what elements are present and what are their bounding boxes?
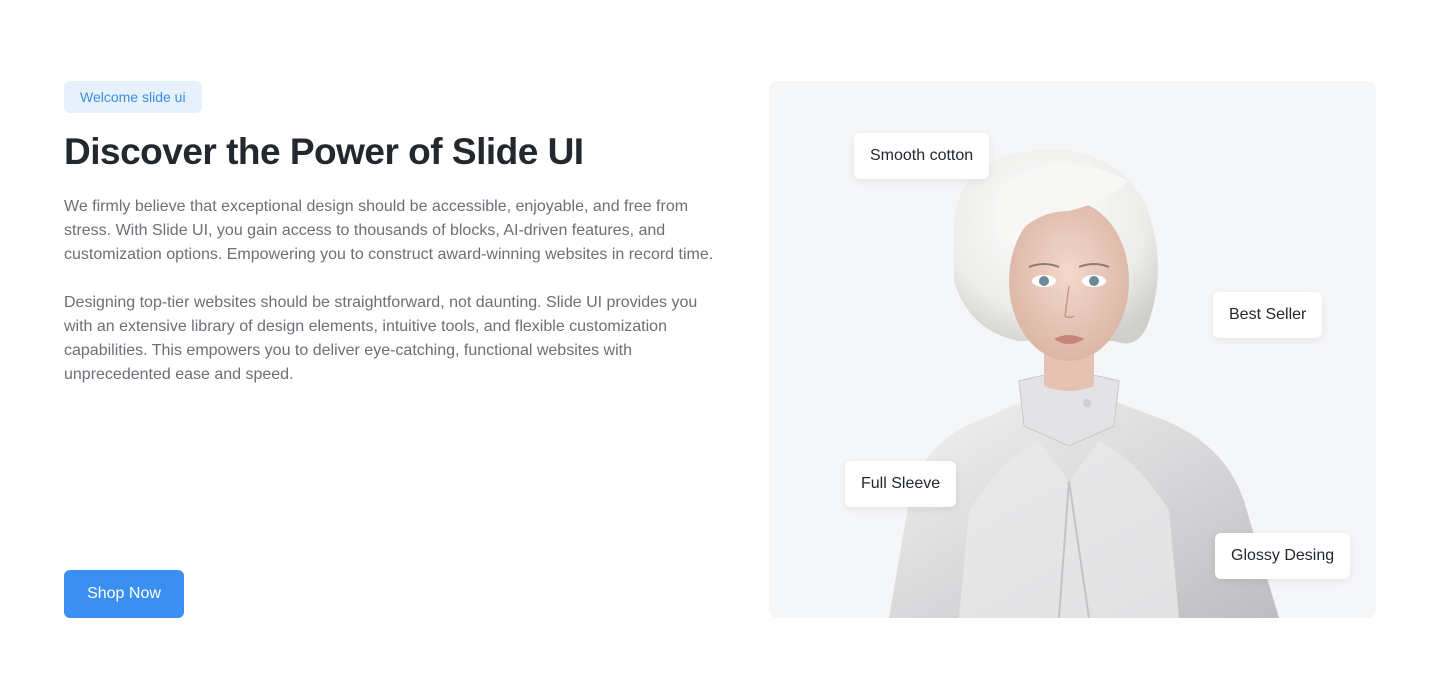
tag-glossy-design: Glossy Desing: [1215, 533, 1351, 579]
page-title: Discover the Power of Slide UI: [64, 131, 584, 172]
tag-best-seller: Best Seller: [1213, 292, 1323, 338]
hero-text-section: Welcome slide ui Discover the Power of S…: [64, 81, 724, 387]
intro-paragraph: We firmly believe that exceptional desig…: [64, 198, 714, 263]
welcome-badge: Welcome slide ui: [64, 81, 202, 113]
shop-now-button[interactable]: Shop Now: [64, 570, 184, 618]
tag-smooth-cotton: Smooth cotton: [854, 133, 990, 179]
details-paragraph: Designing top-tier websites should be st…: [64, 294, 698, 383]
product-showcase-panel: Smooth cotton Best Seller Full Sleeve Gl…: [769, 81, 1376, 618]
tag-full-sleeve: Full Sleeve: [845, 461, 957, 507]
